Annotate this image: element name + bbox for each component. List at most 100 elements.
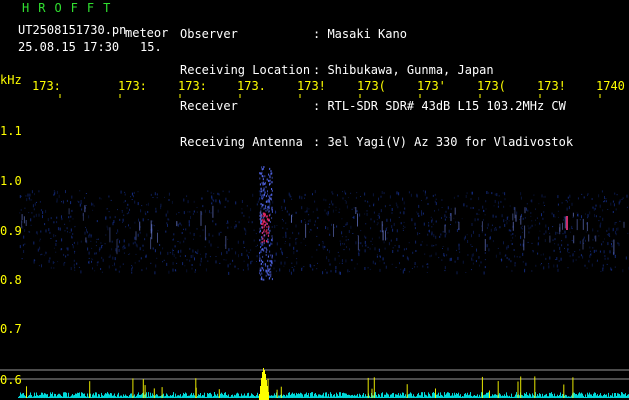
noise-pixel — [483, 271, 485, 275]
spectrum-bar — [616, 396, 617, 399]
noise-pixel — [257, 200, 259, 203]
echo-pixel — [261, 226, 263, 229]
echo-core-pixel — [262, 222, 264, 225]
noise-pixel — [428, 222, 430, 224]
spectrum-bar — [442, 395, 443, 398]
noise-pixel — [88, 215, 90, 219]
spectrum-bar — [444, 392, 445, 398]
noise-pixel — [380, 195, 382, 198]
noise-pixel — [600, 270, 602, 272]
noise-pixel — [361, 244, 363, 247]
noise-pixel — [484, 259, 486, 261]
spectrum-bar — [361, 396, 362, 398]
noise-pixel — [172, 248, 174, 252]
noise-streak — [572, 212, 574, 217]
spectrum-bar — [68, 392, 69, 398]
noise-pixel — [543, 211, 545, 213]
noise-pixel — [526, 207, 527, 211]
noise-pixel — [431, 219, 433, 223]
noise-pixel — [557, 243, 559, 246]
noise-pixel — [108, 265, 110, 269]
noise-pixel — [73, 241, 75, 244]
noise-pixel — [275, 252, 277, 256]
noise-pixel — [418, 204, 420, 208]
noise-pixel — [491, 192, 493, 195]
noise-pixel — [456, 229, 458, 232]
echo-core-pixel — [266, 218, 268, 221]
noise-pixel — [346, 222, 348, 226]
spectrum-bar — [316, 394, 317, 399]
y-tick-label: 0.8 — [0, 273, 22, 287]
noise-pixel — [604, 200, 606, 203]
noise-pixel — [360, 242, 362, 245]
noise-pixel — [202, 229, 204, 232]
noise-pixel — [617, 242, 619, 245]
echo-pixel — [261, 194, 263, 197]
noise-pixel — [470, 244, 472, 246]
spectrum-bar — [467, 392, 468, 398]
noise-pixel — [486, 227, 488, 229]
echo-pixel — [259, 230, 261, 232]
spectrum-bar — [257, 392, 258, 398]
noise-streak — [305, 223, 307, 238]
noise-pixel — [154, 271, 156, 275]
spectrum-bar — [547, 396, 548, 399]
noise-pixel — [310, 229, 312, 231]
noise-pixel — [396, 204, 398, 207]
noise-pixel — [69, 232, 71, 234]
noise-pixel — [176, 262, 178, 264]
noise-pixel — [194, 271, 196, 273]
spectrum-bar — [510, 396, 511, 399]
spectrum-bar — [300, 392, 301, 398]
noise-pixel — [128, 243, 130, 247]
noise-pixel — [389, 204, 391, 206]
echo-pixel — [270, 264, 272, 267]
noise-pixel — [364, 249, 366, 253]
noise-pixel — [408, 191, 410, 194]
noise-streak — [116, 239, 118, 255]
noise-pixel — [248, 221, 250, 223]
noise-pixel — [524, 269, 526, 273]
noise-pixel — [478, 213, 480, 215]
noise-pixel — [210, 243, 212, 247]
noise-pixel — [611, 240, 613, 242]
noise-pixel — [564, 230, 566, 234]
spectrum-bar — [73, 395, 74, 399]
noise-pixel — [293, 268, 295, 272]
noise-pixel — [209, 210, 210, 214]
spectrum-bar — [532, 393, 533, 398]
noise-pixel — [592, 228, 594, 232]
noise-pixel — [282, 236, 284, 238]
spectrum-bar — [158, 396, 159, 399]
spectrum-bar — [65, 392, 66, 399]
spectrum-bar — [561, 396, 562, 398]
spectrum-bar — [595, 392, 596, 398]
noise-streak — [450, 213, 452, 222]
noise-pixel — [602, 264, 604, 267]
noise-pixel — [131, 192, 133, 196]
noise-pixel — [563, 216, 565, 219]
spectrum-bar — [429, 393, 430, 399]
noise-pixel — [383, 262, 385, 265]
noise-pixel — [355, 241, 357, 245]
noise-pixel — [123, 239, 125, 243]
noise-pixel — [121, 210, 123, 211]
spectrum-bar — [301, 393, 302, 399]
noise-pixel — [137, 202, 139, 206]
noise-pixel — [612, 211, 614, 213]
spectrum-bar — [210, 392, 211, 399]
noise-pixel — [564, 247, 565, 249]
spectrum-bar — [289, 392, 290, 399]
noise-pixel — [611, 268, 613, 271]
spectrum-bar — [302, 394, 303, 399]
noise-pixel — [111, 240, 113, 243]
noise-pixel — [312, 211, 314, 213]
noise-pixel — [579, 240, 581, 244]
noise-pixel — [185, 228, 187, 231]
noise-pixel — [25, 195, 27, 197]
noise-pixel — [247, 263, 249, 267]
noise-pixel — [457, 195, 459, 198]
spectrum-spike — [132, 378, 134, 399]
spectrum-bar — [441, 394, 442, 398]
noise-pixel — [477, 218, 479, 221]
